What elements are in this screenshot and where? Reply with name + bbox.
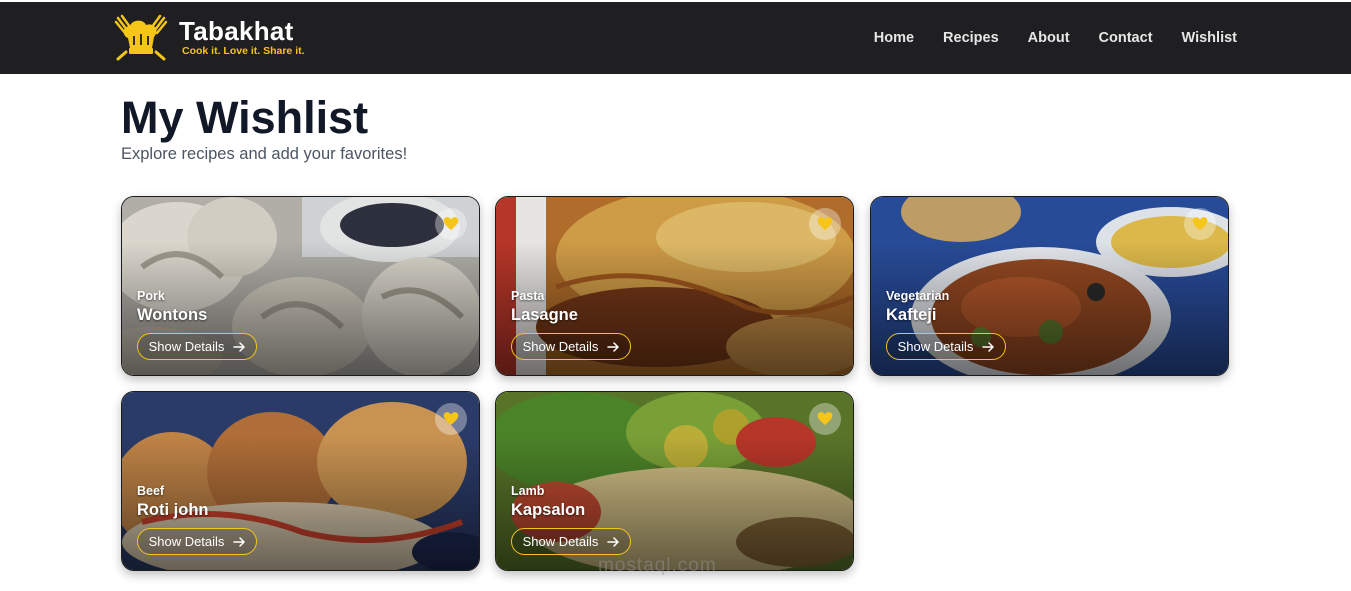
nav-recipes[interactable]: Recipes: [943, 30, 999, 46]
show-details-button[interactable]: Show Details: [511, 528, 631, 555]
arrow-right-icon: [233, 536, 246, 547]
show-details-label: Show Details: [148, 534, 225, 549]
main-nav: Home Recipes About Contact Wishlist: [874, 2, 1237, 74]
show-details-button[interactable]: Show Details: [886, 333, 1006, 360]
heart-icon: [1192, 217, 1208, 230]
favorite-button[interactable]: [435, 403, 467, 435]
navbar: Tabakhat Cook it. Love it. Share it. Hom…: [0, 2, 1351, 74]
recipe-category: Lamb: [511, 484, 545, 498]
favorite-button[interactable]: [809, 403, 841, 435]
arrow-right-icon: [233, 341, 246, 352]
recipe-card-wontons[interactable]: Pork Wontons Show Details: [121, 196, 480, 376]
recipe-card-roti-john[interactable]: Beef Roti john Show Details: [121, 391, 480, 571]
favorite-button[interactable]: [809, 208, 841, 240]
recipe-category: Pasta: [511, 289, 545, 303]
show-details-button[interactable]: Show Details: [137, 333, 257, 360]
favorite-button[interactable]: [435, 208, 467, 240]
page-title: My Wishlist: [121, 92, 369, 143]
nav-about[interactable]: About: [1028, 30, 1070, 46]
brand-name: Tabakhat: [179, 16, 294, 46]
recipe-name: Kafteji: [886, 306, 937, 324]
logo[interactable]: Tabakhat Cook it. Love it. Share it.: [114, 14, 305, 62]
show-details-label: Show Details: [522, 534, 599, 549]
recipe-name: Lasagne: [511, 306, 578, 324]
arrow-right-icon: [607, 341, 620, 352]
heart-icon: [817, 217, 833, 230]
recipe-card-kapsalon[interactable]: Lamb Kapsalon Show Details: [495, 391, 854, 571]
recipe-category: Pork: [137, 289, 165, 303]
recipe-card-lasagne[interactable]: Pasta Lasagne Show Details: [495, 196, 854, 376]
heart-icon: [443, 412, 459, 425]
page-subtitle: Explore recipes and add your favorites!: [121, 145, 408, 163]
chef-hat-utensils-icon: [114, 14, 168, 61]
recipe-category: Vegetarian: [886, 289, 950, 303]
show-details-label: Show Details: [522, 339, 599, 354]
heart-icon: [817, 412, 833, 425]
recipe-category: Beef: [137, 484, 165, 498]
recipe-name: Wontons: [137, 306, 208, 324]
show-details-button[interactable]: Show Details: [137, 528, 257, 555]
brand-tagline: Cook it. Love it. Share it.: [182, 45, 305, 57]
nav-contact[interactable]: Contact: [1099, 30, 1153, 46]
arrow-right-icon: [607, 536, 620, 547]
recipe-name: Kapsalon: [511, 501, 586, 519]
recipe-card-kafteji[interactable]: Vegetarian Kafteji Show Details: [870, 196, 1229, 376]
show-details-label: Show Details: [897, 339, 974, 354]
show-details-button[interactable]: Show Details: [511, 333, 631, 360]
watermark: mostaql.com: [598, 555, 717, 576]
arrow-right-icon: [982, 341, 995, 352]
show-details-label: Show Details: [148, 339, 225, 354]
nav-wishlist[interactable]: Wishlist: [1182, 30, 1237, 46]
favorite-button[interactable]: [1184, 208, 1216, 240]
recipe-name: Roti john: [137, 501, 209, 519]
nav-home[interactable]: Home: [874, 30, 914, 46]
heart-icon: [443, 217, 459, 230]
